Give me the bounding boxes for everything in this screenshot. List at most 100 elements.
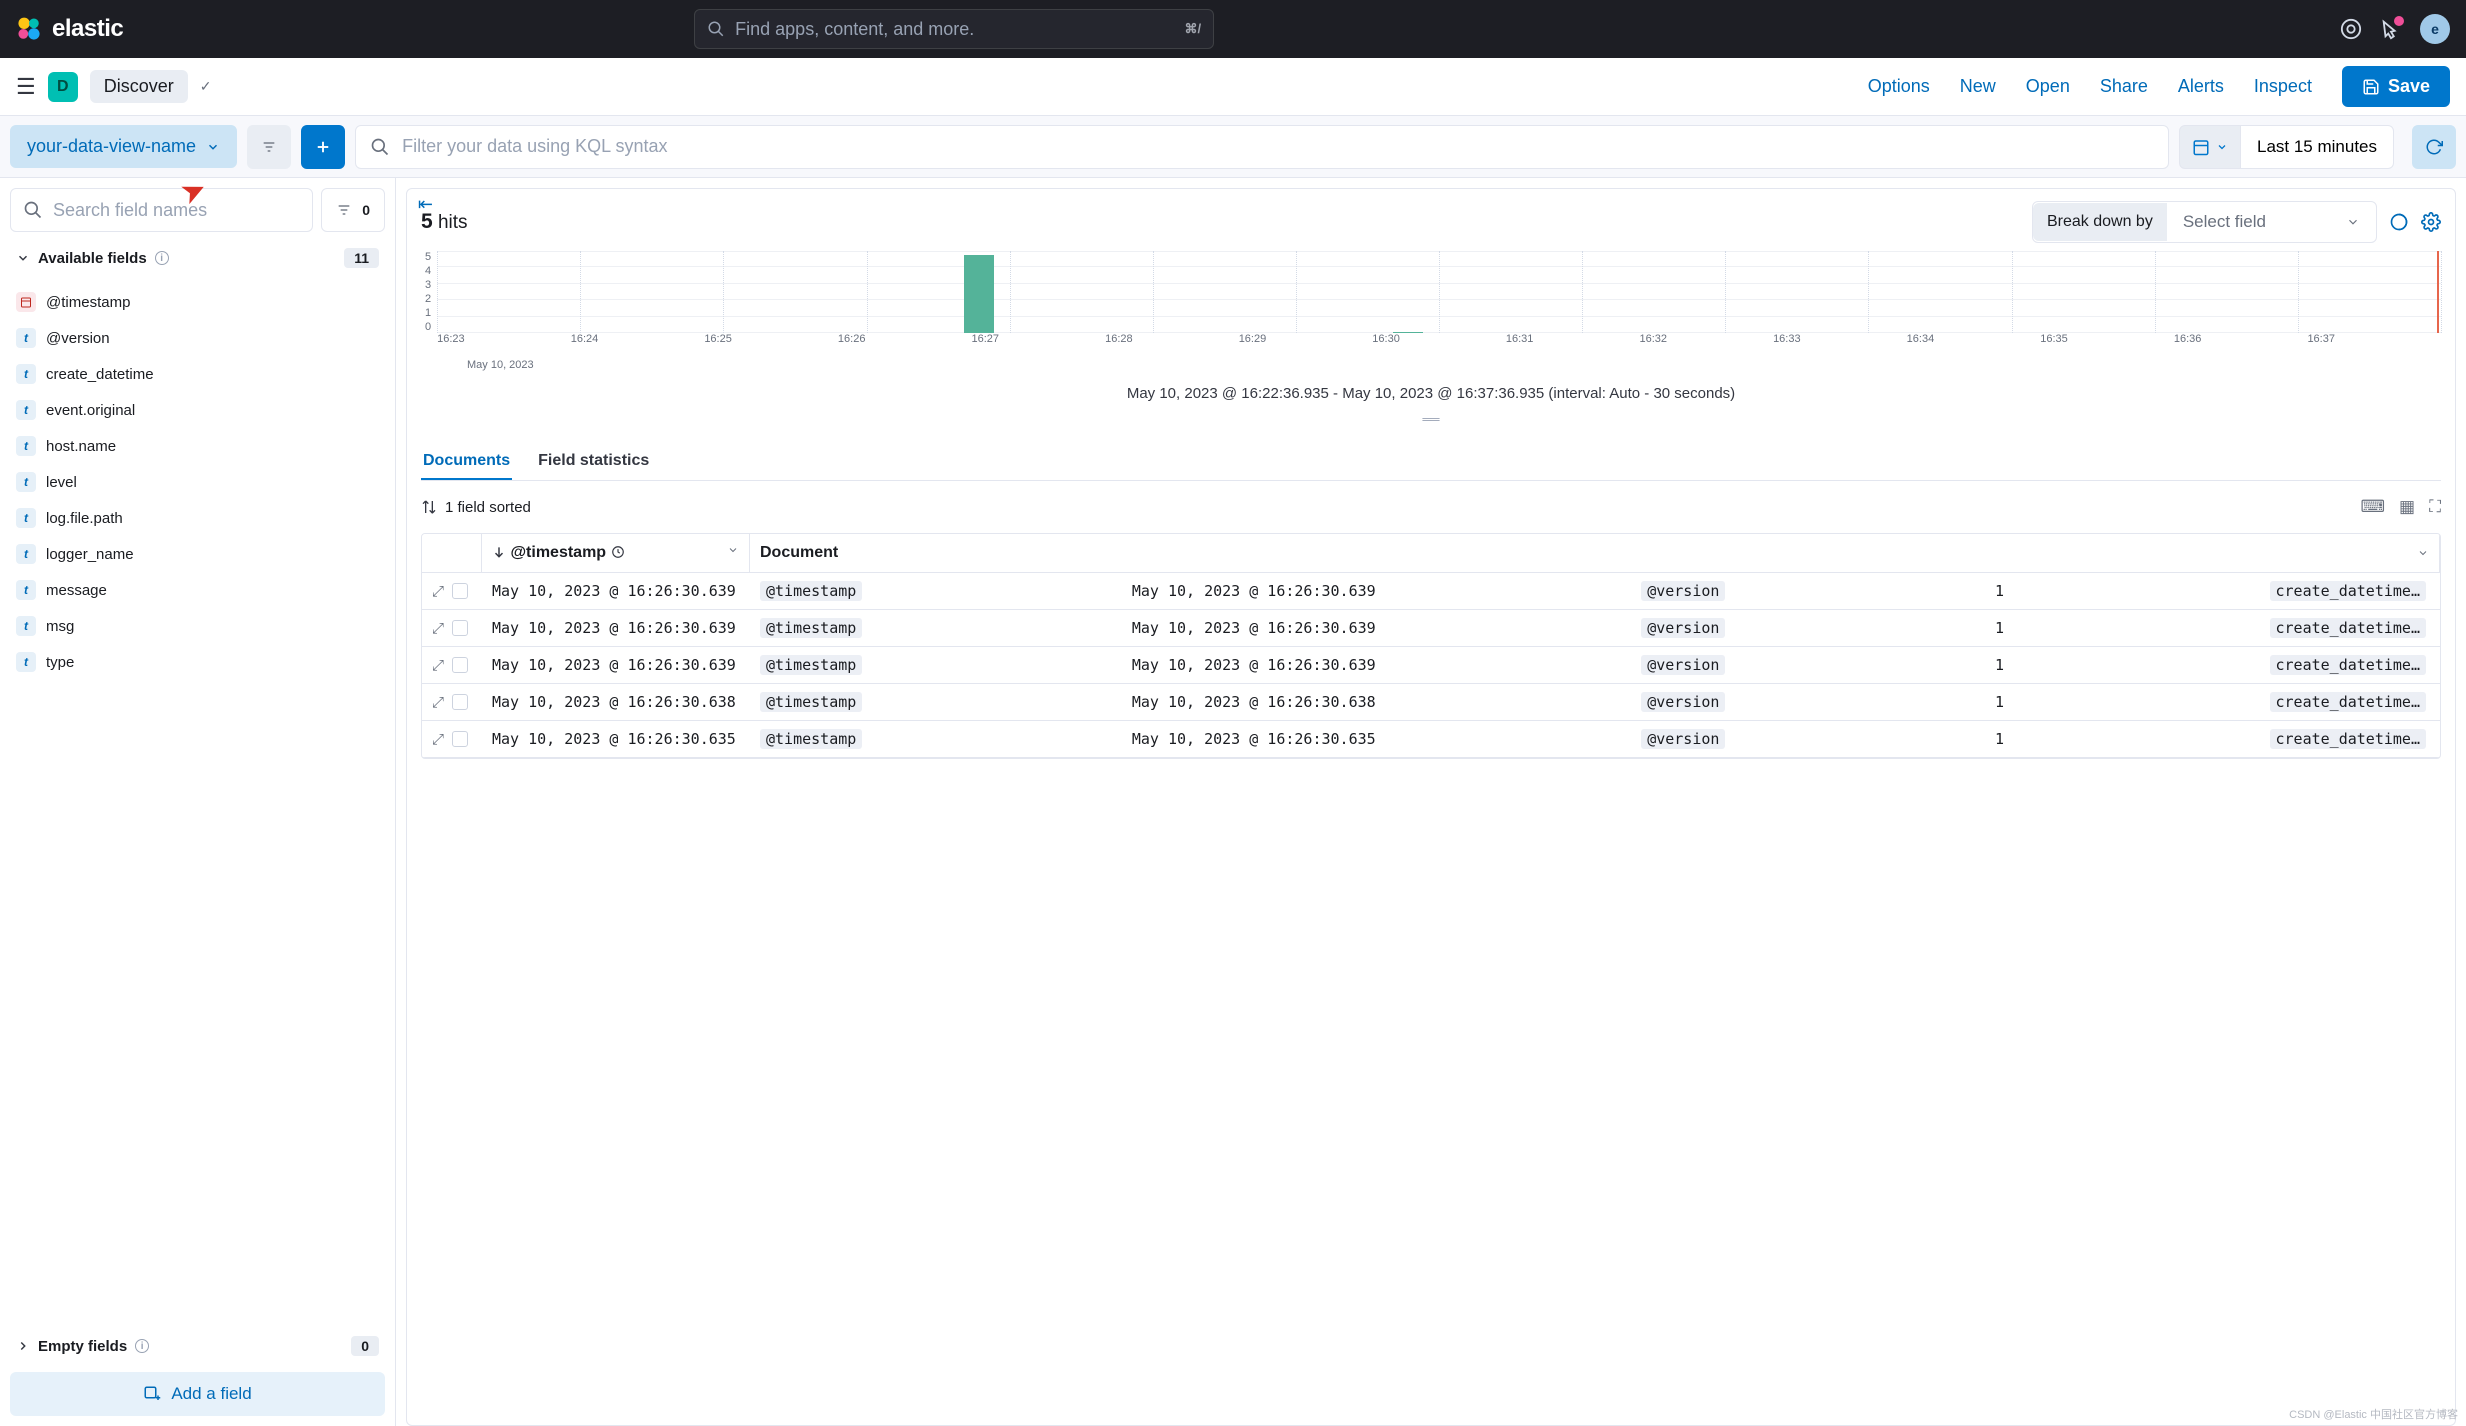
sort-icon[interactable] [421, 499, 437, 515]
link-options[interactable]: Options [1868, 76, 1930, 97]
link-alerts[interactable]: Alerts [2178, 76, 2224, 97]
field-name: event.original [46, 402, 135, 419]
link-inspect[interactable]: Inspect [2254, 76, 2312, 97]
field-item[interactable]: @timestamp [10, 284, 385, 320]
tab-field-statistics[interactable]: Field statistics [536, 444, 651, 480]
text-type-icon: t [16, 364, 36, 384]
brand-text: elastic [52, 15, 123, 43]
chevron-down-icon[interactable] [727, 544, 739, 556]
chevron-down-icon [16, 251, 30, 265]
chart-caption: May 10, 2023 @ 16:22:36.935 - May 10, 20… [421, 379, 2441, 402]
sidebar-collapse-icon[interactable]: ⇤ [418, 194, 433, 215]
time-range-button[interactable]: Last 15 minutes [2241, 125, 2394, 169]
add-field-button[interactable]: Add a field [10, 1372, 385, 1416]
search-icon [370, 137, 390, 157]
user-avatar[interactable]: e [2420, 14, 2450, 44]
app-name[interactable]: Discover [90, 70, 188, 103]
table-header: @timestamp Document [422, 534, 2440, 573]
documents-table: @timestamp Document ⤢ May 10, 2023 @ 16:… [421, 533, 2441, 759]
chevron-down-icon[interactable]: ✓ [200, 78, 212, 95]
field-item[interactable]: tcreate_datetime [10, 356, 385, 392]
field-item[interactable]: tmessage [10, 572, 385, 608]
available-fields-header[interactable]: Available fields i 11 [10, 240, 385, 276]
field-search-input[interactable]: Search field names [10, 188, 313, 232]
result-tabs: Documents Field statistics [421, 440, 2441, 481]
data-view-selector[interactable]: your-data-view-name ➤ [10, 125, 237, 168]
global-search-kbd: ⌘/ [1185, 21, 1202, 37]
expand-icon[interactable]: ⤢ [432, 582, 444, 600]
resize-handle-icon[interactable]: ══ [421, 410, 2441, 432]
field-filter-button[interactable]: 0 [321, 188, 385, 232]
link-share[interactable]: Share [2100, 76, 2148, 97]
expand-icon[interactable]: ⤢ [432, 619, 444, 637]
table-row[interactable]: ⤢ May 10, 2023 @ 16:26:30.639 @timestamp… [422, 610, 2440, 647]
refresh-button[interactable] [2412, 125, 2456, 169]
keyboard-icon[interactable]: ⌨ [2360, 497, 2385, 517]
breakdown-selector[interactable]: Break down by Select field [2032, 201, 2377, 243]
row-checkbox[interactable] [452, 694, 468, 710]
chart-vlines [437, 251, 2441, 333]
text-type-icon: t [16, 472, 36, 492]
table-row[interactable]: ⤢ May 10, 2023 @ 16:26:30.639 @timestamp… [422, 573, 2440, 610]
field-item[interactable]: tmsg [10, 608, 385, 644]
info-icon[interactable]: i [135, 1339, 149, 1353]
global-search-placeholder: Find apps, content, and more. [735, 19, 1174, 40]
main-layout: ⇤ Search field names 0 Available fields … [0, 178, 2466, 1426]
field-item[interactable]: tlogger_name [10, 536, 385, 572]
toolbar-links: Options New Open Share Alerts Inspect Sa… [1868, 66, 2450, 107]
edit-visualization-icon[interactable] [2389, 212, 2409, 232]
expand-icon[interactable]: ⤢ [432, 730, 444, 748]
th-document[interactable]: Document [750, 534, 2440, 572]
row-checkbox[interactable] [452, 583, 468, 599]
save-icon [2362, 78, 2380, 96]
field-name: @timestamp [46, 294, 130, 311]
plus-icon [314, 138, 332, 156]
field-item[interactable]: t@version [10, 320, 385, 356]
link-open[interactable]: Open [2026, 76, 2070, 97]
elastic-logo[interactable]: elastic [16, 15, 123, 43]
th-timestamp[interactable]: @timestamp [482, 534, 750, 572]
info-icon[interactable]: i [155, 251, 169, 265]
add-filter-button[interactable] [301, 125, 345, 169]
row-checkbox[interactable] [452, 657, 468, 673]
empty-fields-header[interactable]: Empty fields i 0 [10, 1328, 385, 1364]
search-icon [707, 20, 725, 38]
text-type-icon: t [16, 544, 36, 564]
th-controls [422, 534, 482, 572]
save-button[interactable]: Save [2342, 66, 2450, 107]
nav-toggle-icon[interactable]: ☰ [16, 74, 36, 100]
field-name: message [46, 582, 107, 599]
expand-icon[interactable]: ⤢ [432, 693, 444, 711]
grid-icon[interactable]: ▦ [2399, 497, 2415, 517]
table-row[interactable]: ⤢ May 10, 2023 @ 16:26:30.639 @timestamp… [422, 647, 2440, 684]
field-item[interactable]: ttype [10, 644, 385, 680]
help-icon[interactable] [2340, 18, 2362, 40]
sort-row: 1 field sorted ⌨ ▦ ⛶ [421, 489, 2441, 525]
fullscreen-icon[interactable]: ⛶ [2429, 497, 2441, 517]
news-icon[interactable] [2380, 18, 2402, 40]
filter-button[interactable] [247, 125, 291, 169]
row-checkbox[interactable] [452, 620, 468, 636]
chart-settings-icon[interactable] [2421, 212, 2441, 232]
global-search[interactable]: Find apps, content, and more. ⌘/ [694, 9, 1214, 49]
field-name: msg [46, 618, 74, 635]
histogram-chart[interactable]: 543210 16:2316:2416:2516:2616:2716:2816:… [421, 251, 2441, 351]
table-row[interactable]: ⤢ May 10, 2023 @ 16:26:30.638 @timestamp… [422, 684, 2440, 721]
chevron-down-icon [2417, 547, 2429, 559]
chart-yaxis: 543210 [421, 251, 437, 351]
field-item[interactable]: tlog.file.path [10, 500, 385, 536]
field-item[interactable]: tlevel [10, 464, 385, 500]
field-item[interactable]: thost.name [10, 428, 385, 464]
kql-input[interactable]: Filter your data using KQL syntax [355, 125, 2169, 169]
table-row[interactable]: ⤢ May 10, 2023 @ 16:26:30.635 @timestamp… [422, 721, 2440, 758]
tab-documents[interactable]: Documents [421, 444, 512, 480]
time-picker-icon-button[interactable] [2179, 125, 2241, 169]
app-badge[interactable]: D [48, 72, 78, 102]
refresh-icon [2425, 138, 2443, 156]
field-item[interactable]: tevent.original [10, 392, 385, 428]
clock-icon [611, 545, 625, 559]
link-new[interactable]: New [1960, 76, 1996, 97]
expand-icon[interactable]: ⤢ [432, 656, 444, 674]
row-checkbox[interactable] [452, 731, 468, 747]
chevron-right-icon [16, 1339, 30, 1353]
